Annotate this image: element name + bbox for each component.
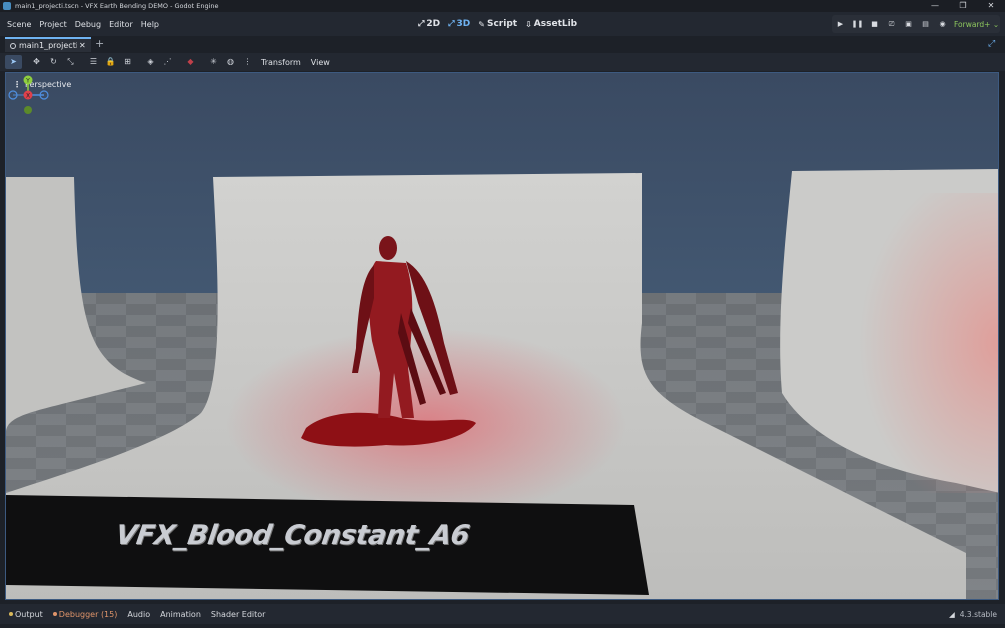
add-scene-tab-button[interactable]: +: [95, 37, 104, 50]
menu-help[interactable]: Help: [137, 20, 163, 29]
transform-menu[interactable]: Transform: [256, 58, 306, 67]
menu-scene[interactable]: Scene: [3, 20, 35, 29]
gizmo-x-label: X: [26, 93, 30, 100]
node3d-icon: [10, 42, 16, 49]
close-tab-icon[interactable]: ✕: [79, 41, 86, 50]
mode-3d-button[interactable]: ⤢ 3D: [444, 19, 474, 29]
environment-preview-icon[interactable]: ◍: [222, 55, 239, 69]
menu-project[interactable]: Project: [35, 20, 70, 29]
movie-maker-icon[interactable]: ◉: [934, 20, 951, 28]
viewport-toolbar: ➤ ✥ ↻ ⤡ ☰ 🔒 ⊞ ◈ ⋰ ◆ ✳ ◍ ⋮ Transform View: [0, 53, 1005, 71]
menu-bar: Scene Project Debug Editor Help ⤢ 2D ⤢ 3…: [0, 12, 1005, 36]
shader-editor-tab[interactable]: Shader Editor: [206, 610, 271, 619]
window-title: main1_projecti.tscn - VFX Earth Bending …: [15, 2, 219, 10]
pause-icon[interactable]: ❚❚: [849, 20, 866, 28]
3d-icon: ⤢: [448, 19, 455, 28]
list-select-icon[interactable]: ☰: [85, 55, 102, 69]
view-menu[interactable]: View: [306, 58, 335, 67]
main-menu: Scene Project Debug Editor Help: [3, 20, 163, 29]
rotate-tool-icon[interactable]: ↻: [45, 55, 62, 69]
world-label-text: VFX_Blood_Constant_A6: [113, 520, 472, 551]
mode-3d-label: 3D: [456, 19, 471, 29]
version-label[interactable]: 4.3.stable: [960, 610, 997, 619]
update-spinner-icon[interactable]: ◢: [949, 610, 955, 619]
audio-tab-label: Audio: [127, 609, 151, 619]
animation-tab[interactable]: Animation: [155, 610, 206, 619]
menu-debug[interactable]: Debug: [71, 20, 105, 29]
audio-tab[interactable]: Audio: [122, 610, 155, 619]
gizmo-y-label: Y: [25, 78, 30, 85]
shader-editor-tab-label: Shader Editor: [210, 609, 266, 619]
mode-2d-label: 2D: [426, 19, 441, 29]
menu-editor[interactable]: Editor: [105, 20, 137, 29]
window-titlebar: main1_projecti.tscn - VFX Earth Bending …: [0, 0, 1005, 12]
maximize-button[interactable]: ❐: [949, 0, 977, 12]
debugger-status-icon: [52, 612, 57, 616]
scene-tab-main1[interactable]: main1_projecti ✕: [5, 37, 91, 52]
play-project-icon[interactable]: ▶: [832, 20, 849, 28]
output-tab-label: Output: [15, 609, 43, 619]
gizmo-neg-y-axis[interactable]: [24, 106, 32, 114]
mode-2d-button[interactable]: ⤢ 2D: [414, 19, 444, 29]
more-options-icon[interactable]: ⋮: [239, 55, 256, 69]
bottom-panel-bar: Output Debugger (15) Audio Animation Sha…: [0, 604, 1005, 624]
debugger-tab-label: Debugger (15): [58, 609, 118, 619]
minimize-button[interactable]: —: [921, 0, 949, 12]
scene-tabs: main1_projecti ✕ + ⤢: [0, 36, 1005, 53]
play-custom-scene-icon[interactable]: ▤: [917, 20, 934, 28]
close-window-button[interactable]: ✕: [977, 0, 1005, 12]
view-gizmo[interactable]: Y X: [6, 73, 50, 117]
window-controls: — ❐ ✕: [921, 0, 1005, 12]
local-space-icon[interactable]: ◈: [142, 55, 159, 69]
output-status-icon: [9, 612, 13, 616]
remote-debug-icon[interactable]: ⎚: [883, 20, 900, 29]
scale-tool-icon[interactable]: ⤡: [62, 55, 79, 69]
mode-assetlib-button[interactable]: ⇩ AssetLib: [521, 19, 581, 29]
renderer-selector[interactable]: Forward+ ⌄: [954, 20, 999, 29]
camera-override-icon[interactable]: ◆: [182, 55, 199, 69]
2d-icon: ⤢: [418, 19, 425, 28]
snap-icon[interactable]: ⋰: [159, 55, 176, 69]
mode-script-label: Script: [486, 19, 518, 29]
stop-icon[interactable]: ■: [866, 20, 883, 28]
3d-viewport[interactable]: ⋮ Perspective Y X VFX_Blood_Constant_A6: [5, 72, 999, 600]
distraction-free-icon[interactable]: ⤢: [988, 39, 995, 49]
debugger-tab[interactable]: Debugger (15): [48, 610, 123, 619]
script-icon: ✎: [478, 19, 485, 29]
group-icon[interactable]: ⊞: [119, 55, 136, 69]
mode-script-button[interactable]: ✎ Script: [474, 19, 521, 29]
animation-tab-label: Animation: [160, 609, 201, 619]
mode-assetlib-label: AssetLib: [533, 19, 578, 29]
play-scene-icon[interactable]: ▣: [900, 20, 917, 28]
lock-icon[interactable]: 🔒: [102, 55, 119, 69]
select-tool-icon[interactable]: ➤: [5, 55, 22, 69]
run-bar: ▶ ❚❚ ■ ⎚ ▣ ▤ ◉ Forward+ ⌄: [832, 15, 1000, 33]
godot-logo-icon: [3, 2, 11, 10]
output-tab[interactable]: Output: [4, 610, 48, 619]
sun-preview-icon[interactable]: ✳: [205, 55, 222, 69]
main-screen-selector: ⤢ 2D ⤢ 3D ✎ Script ⇩ AssetLib: [414, 12, 581, 36]
version-info: ◢ 4.3.stable: [949, 604, 997, 624]
move-tool-icon[interactable]: ✥: [28, 55, 45, 69]
scene-tab-label: main1_projecti: [19, 41, 77, 50]
assetlib-icon: ⇩: [525, 19, 532, 29]
